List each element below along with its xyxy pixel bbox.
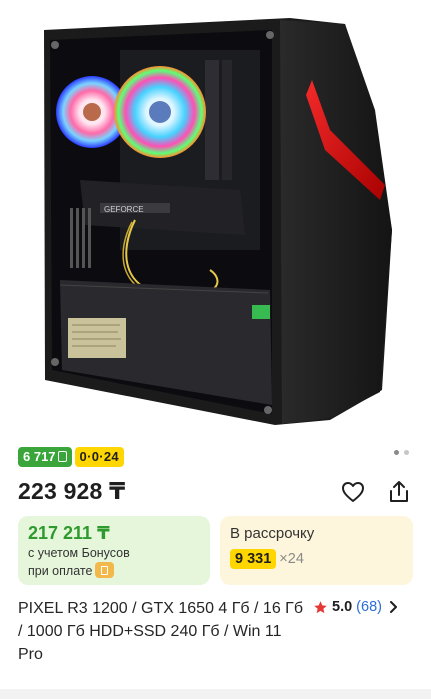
pager-dot[interactable] [394,450,399,455]
installment-amount: 9 331 [230,549,277,569]
bonus-note-1: с учетом Бонусов [28,546,130,560]
installment-badge: 0·0·24 [74,447,124,467]
next-section-edge [0,689,431,699]
installment-row: 9 331 ×24 [230,549,403,569]
share-icon [390,481,408,502]
bonus-badge-value: 6 717 [23,449,56,464]
bonus-price: 217 211 ₸ [28,523,110,543]
share-button[interactable] [385,478,413,506]
favorite-button[interactable] [339,478,367,506]
product-title: PIXEL R3 1200 / GTX 1650 4 Гб / 16 Гб / … [18,600,303,663]
chevron-right-icon [389,601,397,613]
svg-text:GEFORCE: GEFORCE [104,205,144,214]
bonus-note-2: при оплате [28,562,200,580]
bonus-note-2-text: при оплате [28,564,93,578]
pager-dot[interactable] [404,450,409,455]
bonus-coin-icon [57,451,67,462]
heart-icon [342,482,364,502]
product-price: 223 928 ₸ [18,478,126,504]
installment-title: В рассрочку [230,525,315,542]
installment-card[interactable]: В рассрочку 9 331 ×24 [220,516,413,585]
image-pager[interactable] [394,450,409,455]
review-count[interactable]: (68) [356,599,382,615]
rating-score: 5.0 [332,599,353,615]
bonus-badge: 6 717 [18,447,72,467]
bonus-price-card[interactable]: 217 211 ₸ с учетом Бонусов при оплате [18,516,210,585]
product-image[interactable]: GEFORCE [0,0,431,440]
installment-multiplier: ×24 [279,551,304,567]
payment-app-icon [95,562,115,578]
promo-badges: 6 717 0·0·24 [18,447,124,467]
star-icon [314,600,327,613]
rating-link[interactable]: 5.0 (68) [313,597,398,617]
